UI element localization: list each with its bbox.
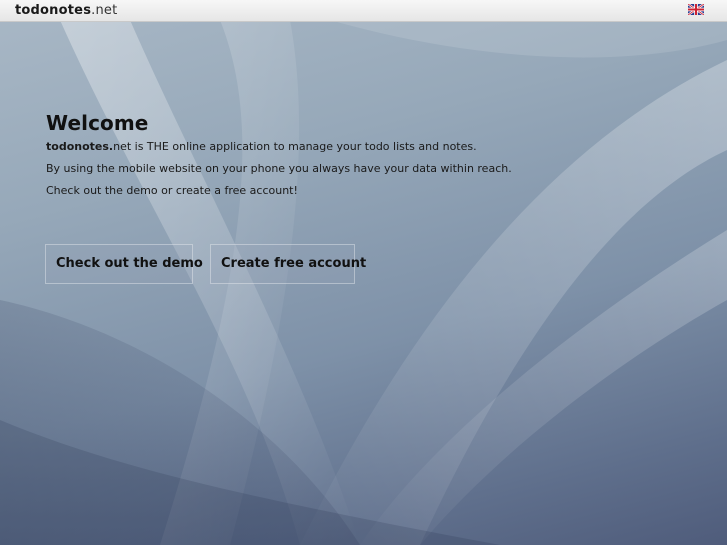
intro-text: net is THE online application to manage … [113,140,477,153]
intro-line: todonotes.net is THE online application … [46,136,512,158]
check-out-demo-button[interactable]: Check out the demo [45,244,203,284]
cta-line: Check out the demo or create a free acco… [46,184,298,197]
brand-name: todonotes [15,3,92,18]
brand-logo[interactable]: todonotes.net [15,3,117,18]
top-bar: todonotes.net [0,0,727,22]
action-buttons: Check out the demo Create free account [45,244,366,284]
mobile-line: By using the mobile website on your phon… [46,162,512,175]
intro-brand: todonotes. [46,140,114,153]
welcome-section: Welcome todonotes.net is THE online appl… [46,110,512,202]
create-account-button[interactable]: Create free account [210,244,366,284]
welcome-title: Welcome [46,111,149,135]
brand-tld: .net [91,3,118,18]
uk-flag-icon[interactable] [688,4,704,15]
